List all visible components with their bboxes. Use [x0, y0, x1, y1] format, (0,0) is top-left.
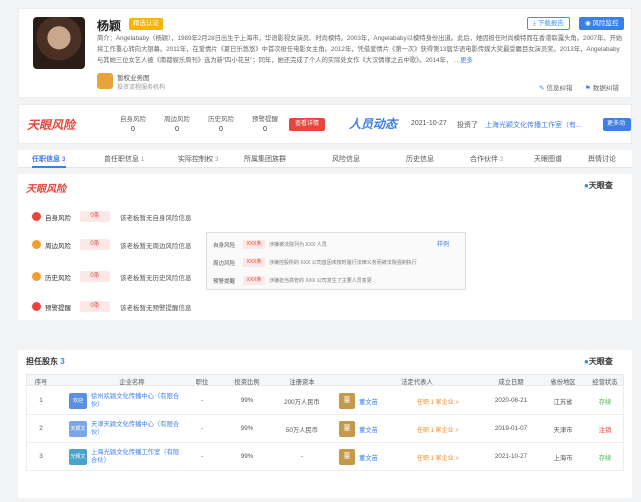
- avatar[interactable]: [33, 17, 85, 69]
- tab-graph[interactable]: 天眼图谱: [534, 154, 562, 164]
- risk-cell-warning[interactable]: 预警提醒 0: [243, 113, 287, 133]
- company-logo: 天颖文化: [69, 421, 87, 448]
- company-name-link[interactable]: 徐州欢颖文化传播中心（有限合伙）: [91, 393, 181, 409]
- status-badge: 存续: [598, 399, 612, 406]
- tab-group[interactable]: 所属集团族群: [244, 154, 286, 164]
- active-tab-indicator: [32, 166, 66, 168]
- status-badge: 注销: [598, 427, 612, 434]
- risk-monitor-button[interactable]: ◉ 风险监控: [579, 17, 625, 30]
- table-header: 序号 企业名称 职位 投资比例 注册资本 法定代表人 成立日期 省份地区 经营状…: [26, 374, 624, 386]
- legal-rep-link[interactable]: 董文苗: [359, 397, 378, 406]
- table-row[interactable]: 1 欢迎 徐州欢颖文化传播中心（有限合伙） - 99% 200万人民币 董 董文…: [26, 387, 624, 415]
- table-row[interactable]: 2 天颖文化 天津天颖文化传播中心（有限合伙） - 99% 50万人民币 董 董…: [26, 415, 624, 448]
- legal-rep-link[interactable]: 董文苗: [359, 425, 378, 434]
- view-details-button[interactable]: 查看详情: [289, 118, 326, 131]
- vip-badge: 精选认证: [129, 18, 163, 30]
- legal-rep-link[interactable]: 董文苗: [359, 453, 378, 462]
- info-correction-link[interactable]: ✎ 信息纠错: [539, 82, 572, 92]
- risk-summary-bar: 天眼风险 自身风险 0 周边风险 0 历史风险 0 预警提醒 0 查看详情 人员…: [18, 104, 632, 144]
- risk-panel: 天眼风险 ●天眼查 自身风险 0条 该老板暂无自身风险信息 周边风险 0条 该老…: [18, 174, 632, 320]
- company-name-link[interactable]: 上海光颖文化传播工作室（有限合伙）: [91, 449, 181, 465]
- risk-cell-self[interactable]: 自身风险 0: [111, 113, 155, 133]
- person-name: 杨颖: [97, 19, 122, 33]
- page: 杨颖 精选认证 ⤓ 下载报告 ◉ 风险监控 简介：Angelababy（杨颖），…: [0, 0, 641, 502]
- legal-rep-avatar: 董: [339, 421, 355, 437]
- tianyancha-logo: ●天眼查: [584, 181, 613, 190]
- tab-history[interactable]: 历史信息: [406, 154, 434, 164]
- legal-rep-relation[interactable]: 任职 1 家企业 >: [417, 425, 459, 434]
- more-dynamics-button[interactable]: 更多动态: [603, 118, 631, 140]
- tab-risk-info[interactable]: 风险信息: [332, 154, 360, 164]
- risk-cell-history[interactable]: 历史风险 0: [199, 113, 243, 133]
- dynamic-company-link[interactable]: 上海光颖文化传播工作室（有...: [485, 120, 582, 130]
- download-icon: ⤓: [533, 20, 536, 27]
- company-logo: 光颖文化: [69, 449, 87, 476]
- legal-rep-relation[interactable]: 任职 1 家企业 >: [417, 453, 459, 462]
- risk-panel-logo: 天眼风险: [26, 184, 66, 195]
- claim-title[interactable]: 暂权业务图: [117, 72, 150, 82]
- bio-text: 简介：Angelababy（杨颖），1989年2月28日出生于上海市，华语影视女…: [97, 35, 623, 64]
- status-badge: 存续: [598, 455, 612, 462]
- legal-rep-avatar: 董: [339, 449, 355, 465]
- risk-logo: 天眼风险: [27, 118, 76, 132]
- profile-card: 杨颖 精选认证 ⤓ 下载报告 ◉ 风险监控 简介：Angelababy（杨颖），…: [18, 8, 632, 98]
- tab-control[interactable]: 实际控制权 3: [178, 154, 218, 164]
- legal-rep-relation[interactable]: 任职 1 家企业 >: [417, 397, 459, 406]
- claim-subtitle: 投资流程服务机构: [117, 85, 166, 91]
- legal-rep-avatar: 董: [339, 393, 355, 409]
- warning-icon: [32, 302, 41, 311]
- dynamic-date: 2021-10-27: [411, 120, 447, 127]
- company-logo: 欢迎: [69, 393, 87, 409]
- people-dynamics-logo: 人员动态: [349, 117, 398, 131]
- risk-sample-box: 样例 自身风险 XXX条 涉嫌被法院列为 XXX 人员 周边风险 XXX条 涉嫌…: [206, 232, 466, 290]
- flag-icon: ⚑: [585, 85, 591, 92]
- tianyancha-logo: ●天眼查: [584, 357, 613, 366]
- claim-icon: [97, 73, 113, 89]
- tab-bar: 任职信息 3 曾任职信息 1 实际控制权 3 所属集团族群 风险信息 历史信息 …: [18, 150, 632, 168]
- bio-more-link[interactable]: …更多: [454, 57, 473, 64]
- table-row[interactable]: 3 光颖文化 上海光颖文化传播工作室（有限合伙） - 99% - 董 董文苗 任…: [26, 443, 624, 476]
- download-report-button[interactable]: ⤓ 下载报告: [527, 17, 570, 30]
- edit-icon: ✎: [539, 85, 545, 92]
- tab-public-opinion[interactable]: 舆情讨论: [588, 154, 616, 164]
- bell-icon: ◉: [585, 20, 591, 27]
- alert-icon: [32, 212, 41, 221]
- data-correction-link[interactable]: ⚑ 数据纠错: [585, 82, 619, 92]
- risk-cell-surrounding[interactable]: 周边风险 0: [155, 113, 199, 133]
- tab-partners[interactable]: 合作伙伴 2: [470, 154, 503, 164]
- clock-icon: [32, 272, 41, 281]
- shareholder-panel: 担任股东 3 ●天眼查 序号 企业名称 职位 投资比例 注册资本 法定代表人 成…: [18, 350, 632, 498]
- sample-tag: 样例: [437, 242, 450, 248]
- dynamic-text: 投资了: [457, 122, 478, 129]
- alert-icon: [32, 240, 41, 249]
- tab-former-positions[interactable]: 曾任职信息 1: [104, 154, 144, 164]
- shareholder-title: 担任股东 3: [26, 357, 65, 366]
- tab-positions[interactable]: 任职信息 3: [32, 154, 65, 164]
- company-name-link[interactable]: 天津天颖文化传播中心（有限合伙）: [91, 421, 181, 437]
